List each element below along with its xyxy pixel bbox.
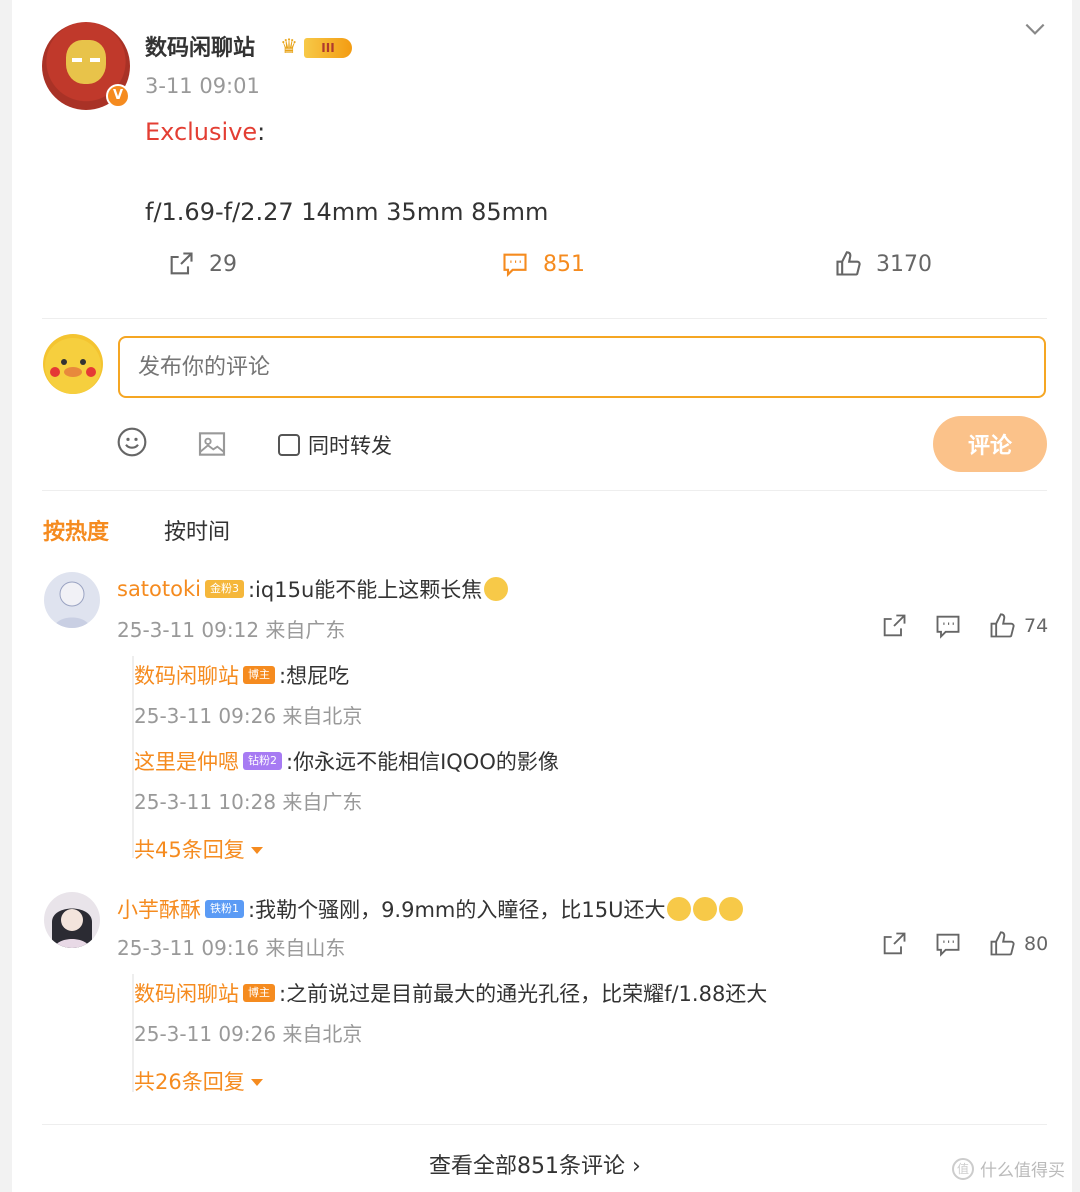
view-all-comments-link[interactable]: 查看全部851条评论 ›: [429, 1148, 641, 1180]
share-icon[interactable]: [880, 612, 908, 640]
cat-emoji-icon: [484, 577, 509, 601]
commenter-avatar[interactable]: [44, 572, 100, 628]
replier-name[interactable]: 数码闲聊站: [134, 978, 239, 1008]
tab-sort-hot[interactable]: 按热度: [43, 514, 109, 546]
comment-icon[interactable]: [934, 930, 962, 958]
post-exclusive: Exclusive:: [145, 118, 266, 146]
comment-text: :iq15u能不能上这颗长焦: [247, 578, 483, 602]
share-button[interactable]: 29: [167, 250, 237, 278]
comment-meta: 25-3-11 09:16 来自山东: [117, 936, 346, 960]
reply-item: 数码闲聊站 博主 :之前说过是目前最大的通光孔径，比荣耀f/1.88还大: [134, 978, 767, 1008]
replier-name[interactable]: 这里是仲嗯: [134, 746, 239, 776]
comment-like-count: 80: [1024, 933, 1049, 955]
replier-name[interactable]: 数码闲聊站: [134, 660, 239, 690]
verified-icon: V: [106, 84, 130, 108]
fan-badge: 铁粉1: [205, 900, 244, 918]
tab-sort-time[interactable]: 按时间: [164, 514, 230, 546]
shock-emoji-icon: [667, 897, 692, 921]
comment-input[interactable]: [118, 336, 1046, 398]
shock-emoji-icon: [719, 897, 744, 921]
comment-actions: 80: [880, 930, 1048, 958]
checkbox-box[interactable]: [278, 434, 300, 456]
more-replies-link[interactable]: 共26条回复: [134, 1066, 263, 1096]
repost-label: 同时转发: [308, 434, 392, 458]
divider: [42, 1124, 1047, 1125]
submit-comment-button[interactable]: 评论: [933, 416, 1047, 472]
comment-count: 851: [543, 251, 585, 277]
chevron-down-icon[interactable]: [1022, 16, 1048, 42]
my-avatar[interactable]: [43, 334, 103, 394]
commenter-name[interactable]: satotoki: [117, 577, 201, 601]
repost-checkbox[interactable]: 同时转发: [278, 430, 392, 460]
list-item: satotoki 金粉3 :iq15u能不能上这颗长焦: [117, 574, 509, 604]
reply-meta: 25-3-11 09:26 来自北京: [134, 1022, 363, 1046]
comment-text: :我勒个骚刚，9.9mm的入瞳径，比15U还大: [248, 898, 666, 922]
reply-item: 这里是仲嗯 钻粉2 :你永远不能相信IQOO的影像: [134, 746, 559, 776]
watermark-logo-icon: 值: [952, 1157, 974, 1180]
reply-text: :你永远不能相信IQOO的影像: [286, 750, 559, 774]
comment-button[interactable]: 851: [501, 250, 585, 278]
list-item: 小芋酥酥 铁粉1 :我勒个骚刚，9.9mm的入瞳径，比15U还大: [117, 894, 744, 924]
owner-badge: 博主: [243, 984, 275, 1002]
fan-badge: 金粉3: [204, 580, 244, 598]
level-badge: III: [304, 38, 352, 58]
comment-icon[interactable]: [934, 612, 962, 640]
comment-meta: 25-3-11 09:12 来自广东: [117, 618, 346, 642]
commenter-name[interactable]: 小芋酥酥: [117, 894, 201, 924]
comment-actions: 74: [880, 612, 1048, 640]
comment-icon: [503, 253, 527, 278]
crown-icon: ♛: [280, 34, 298, 58]
comment-like-count: 74: [1024, 615, 1049, 637]
reply-text: :想屁吃: [279, 664, 350, 688]
thumbs-up-icon: [836, 251, 861, 276]
owner-badge: 博主: [243, 666, 275, 684]
image-icon[interactable]: [196, 428, 228, 460]
share-icon[interactable]: [880, 930, 908, 958]
fan-badge: 钻粉2: [243, 752, 282, 770]
watermark: 值 什么值得买: [952, 1156, 1065, 1181]
author-name[interactable]: 数码闲聊站: [145, 30, 255, 62]
reply-item: 数码闲聊站 博主 :想屁吃: [134, 660, 349, 690]
like-count: 3170: [876, 251, 932, 277]
reply-meta: 25-3-11 10:28 来自广东: [134, 790, 363, 814]
weibo-post-card: V 数码闲聊站 ♛ III 3-11 09:01 Exclusive: f/1.…: [12, 0, 1072, 1192]
reply-meta: 25-3-11 09:26 来自北京: [134, 704, 363, 728]
more-replies-link[interactable]: 共45条回复: [134, 834, 263, 864]
share-icon: [170, 252, 193, 275]
post-body: f/1.69-f/2.27 14mm 35mm 85mm: [145, 198, 549, 226]
emoji-icon[interactable]: [116, 426, 148, 458]
like-button[interactable]: 3170: [834, 250, 932, 278]
shock-emoji-icon: [693, 897, 718, 921]
divider: [42, 490, 1047, 491]
thumbs-up-icon[interactable]: [988, 612, 1016, 640]
commenter-avatar[interactable]: [44, 892, 100, 948]
reply-text: :之前说过是目前最大的通光孔径，比荣耀f/1.88还大: [279, 982, 768, 1006]
watermark-text: 什么值得买: [980, 1161, 1065, 1181]
divider: [42, 318, 1047, 319]
share-count: 29: [209, 251, 237, 277]
thumbs-up-icon[interactable]: [988, 930, 1016, 958]
post-time[interactable]: 3-11 09:01: [145, 74, 260, 98]
